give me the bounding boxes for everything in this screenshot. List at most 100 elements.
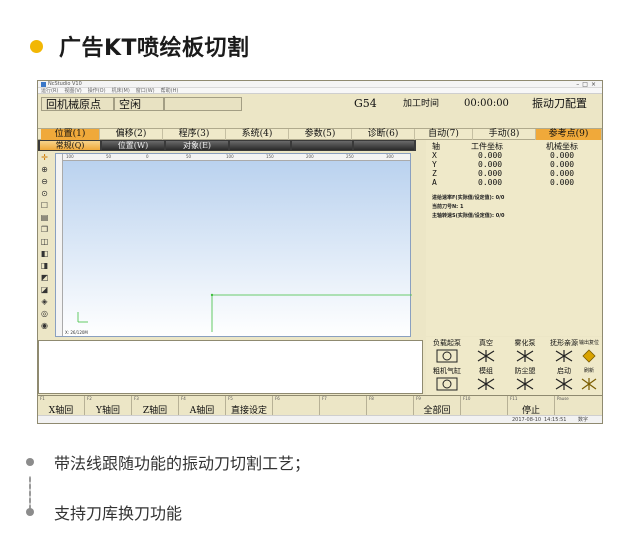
zoom-in-icon[interactable]: ⊕: [39, 165, 50, 175]
window-title: NcStudio V10: [48, 81, 82, 87]
fkey-z-home[interactable]: F3 Z轴回: [132, 396, 179, 416]
fkey-number: Pause: [557, 396, 569, 401]
tab-offset[interactable]: 偏移(2): [100, 129, 163, 140]
vacuum-icon: [477, 350, 495, 362]
crosshair-icon[interactable]: ✛: [39, 153, 50, 163]
bullet-icon: [26, 508, 34, 516]
subtab-object[interactable]: 对象(E): [166, 141, 228, 150]
function-label: 负载起泵: [433, 339, 461, 347]
info-value: 1: [459, 204, 464, 210]
function-label: 粗机气缸: [433, 367, 461, 375]
output-reset-button[interactable]: 输出复位: [574, 339, 602, 364]
fkey-direct-set[interactable]: F5 直接设定: [226, 396, 273, 416]
iso-view-icon[interactable]: ◈: [39, 297, 50, 307]
tab-reference-point[interactable]: 参考点(9): [536, 129, 602, 140]
copy-icon[interactable]: ❐: [39, 225, 50, 235]
feature-text: 带法线跟随功能的振动刀切割工艺；: [54, 454, 311, 473]
fkey-f8[interactable]: F8: [367, 396, 414, 416]
tab-program[interactable]: 程序(3): [163, 129, 226, 140]
coord-row: A 0.000 0.000: [426, 178, 602, 187]
mist-pump-button[interactable]: 雾化泵: [506, 339, 544, 364]
coord-work-value: 0.000: [478, 151, 503, 160]
fkey-f10[interactable]: F10: [461, 396, 508, 416]
window-controls-icon[interactable]: –□×: [576, 81, 599, 88]
fkey-number: F9: [416, 396, 421, 401]
module-button[interactable]: 模组: [467, 367, 505, 392]
vibration-knife-config-button[interactable]: 振动刀配置: [532, 97, 587, 111]
layers-icon[interactable]: ◫: [39, 237, 50, 247]
pump-icon: [436, 349, 458, 363]
frame-icon[interactable]: ☐: [39, 201, 50, 211]
function-label: 雾化泵: [514, 339, 536, 347]
coord-row: Y 0.000 0.000: [426, 160, 602, 169]
fit-view-icon[interactable]: ⊙: [39, 189, 50, 199]
menu-run[interactable]: 运行(R): [41, 88, 58, 94]
fkey-number: F2: [87, 396, 92, 401]
info-spindle-speed: 主轴转速S(实际值/设定值): 0/0: [432, 212, 505, 219]
menu-view[interactable]: 视图(V): [64, 88, 81, 94]
cube-top-icon[interactable]: ◩: [39, 273, 50, 283]
tab-parameters[interactable]: 参数(5): [289, 129, 352, 140]
menu-window[interactable]: 窗口(W): [136, 88, 155, 94]
fkey-a-home[interactable]: F4 A轴回: [179, 396, 226, 416]
mode-display: 回机械原点: [41, 97, 114, 111]
fkey-stop[interactable]: F11 停止: [508, 396, 555, 416]
menu-bar: 运行(R) 视图(V) 操作(O) 机床(M) 窗口(W) 帮助(H): [38, 88, 602, 94]
cylinder-button[interactable]: 粗机气缸: [428, 367, 466, 392]
tab-position[interactable]: 位置(1): [41, 129, 100, 140]
refresh-button[interactable]: 刷新: [574, 367, 602, 392]
header-dot-icon: [30, 39, 43, 53]
info-value: 0/0: [495, 213, 505, 219]
state-display: 空闲: [114, 97, 164, 111]
fkey-y-home[interactable]: F2 Y轴回: [85, 396, 132, 416]
module-icon: [477, 378, 495, 390]
fkey-number: F4: [181, 396, 186, 401]
tab-system[interactable]: 系统(4): [226, 129, 289, 140]
menu-operate[interactable]: 操作(O): [88, 88, 106, 94]
fkey-number: F11: [510, 396, 518, 401]
fkey-all-home[interactable]: F9 全部回: [414, 396, 461, 416]
fkey-f6[interactable]: F6: [273, 396, 320, 416]
subtab-position[interactable]: 位置(W): [102, 141, 164, 150]
menu-machine[interactable]: 机床(M): [112, 88, 130, 94]
cube-3d-icon[interactable]: ◪: [39, 285, 50, 295]
info-label: 主轴转速S(实际值/设定值):: [432, 213, 494, 219]
vacuum-button[interactable]: 真空: [467, 339, 505, 364]
zoom-out-icon[interactable]: ⊖: [39, 177, 50, 187]
function-label: 防尘盟: [514, 367, 536, 375]
menu-help[interactable]: 帮助(H): [161, 88, 179, 94]
subtab-blank-1: [230, 141, 290, 150]
info-value: 0/0: [495, 195, 505, 201]
fkey-number: F3: [134, 396, 139, 401]
fkey-pause[interactable]: Pause: [555, 396, 602, 416]
dust-cover-button[interactable]: 防尘盟: [506, 367, 544, 392]
subtab-blank-3: [354, 141, 414, 150]
coord-axis: A: [432, 178, 437, 187]
subtab-blank-2: [292, 141, 352, 150]
cube-side-icon[interactable]: ◨: [39, 261, 50, 271]
cube-front-icon[interactable]: ◧: [39, 249, 50, 259]
tab-diagnosis[interactable]: 诊断(6): [352, 129, 415, 140]
canvas-coord-readout: X: 26/120M: [65, 330, 88, 335]
pump-button[interactable]: 负载起泵: [428, 339, 466, 364]
subtab-general[interactable]: 常规(Q): [40, 141, 100, 150]
coord-machine-value: 0.000: [550, 151, 575, 160]
reset-view-icon[interactable]: ◉: [39, 321, 50, 331]
cnc-app-window: NcStudio V10 –□× 运行(R) 视图(V) 操作(O) 机床(M)…: [37, 80, 603, 424]
coord-work-value: 0.000: [478, 169, 503, 178]
function-label: 模组: [479, 367, 493, 375]
toolpath-canvas[interactable]: 100 50 0 50 100 150 200 250 300 X: 26/12…: [55, 153, 412, 337]
function-label: 刷新: [583, 368, 594, 374]
coord-axis: Y: [432, 160, 437, 169]
tab-manual[interactable]: 手动(8): [473, 129, 536, 140]
feature-list: 带法线跟随功能的振动刀切割工艺； 支持刀库换刀功能: [26, 450, 616, 530]
info-label: 进给速率F(实际值/设定值):: [432, 195, 494, 201]
fkey-x-home[interactable]: F1 X轴回: [38, 396, 85, 416]
tab-auto[interactable]: 自动(7): [415, 129, 473, 140]
fkey-f7[interactable]: F7: [320, 396, 367, 416]
function-label: 真空: [479, 339, 493, 347]
rotate-icon[interactable]: ◎: [39, 309, 50, 319]
sub-tabs: 常规(Q) 位置(W) 对象(E): [38, 140, 416, 151]
window-icon[interactable]: ▤: [39, 213, 50, 223]
info-label: 当前刀号N:: [432, 204, 459, 210]
